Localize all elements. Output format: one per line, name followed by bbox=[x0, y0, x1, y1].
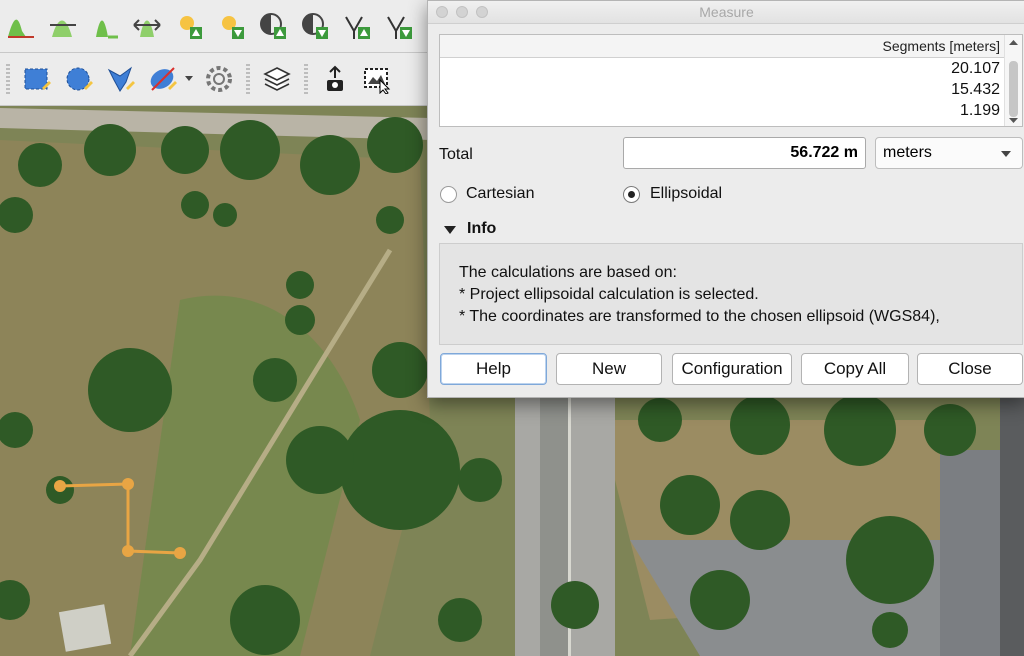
toolbar-separator bbox=[246, 64, 250, 94]
cumulative-cut-icon[interactable] bbox=[88, 9, 122, 43]
settings-icon[interactable] bbox=[202, 62, 236, 96]
info-line: * Project ellipsoidal calculation is sel… bbox=[459, 286, 759, 303]
segments-header[interactable]: Segments [meters] bbox=[440, 35, 1022, 58]
scroll-up-icon bbox=[1009, 40, 1018, 45]
close-button[interactable]: Close bbox=[917, 353, 1023, 385]
measure-dialog: Measure Segments [meters] 20.107 15.432 … bbox=[427, 0, 1024, 398]
help-button[interactable]: Help bbox=[440, 353, 547, 385]
segment-row[interactable]: 20.107 bbox=[440, 58, 1022, 79]
select-circle-icon[interactable] bbox=[62, 62, 96, 96]
disclosure-triangle-icon[interactable] bbox=[443, 224, 457, 236]
info-line: * The coordinates are transformed to the… bbox=[459, 308, 940, 325]
raster-toolbar bbox=[0, 0, 430, 53]
info-line: The calculations are based on: bbox=[459, 264, 677, 281]
selection-toolbar bbox=[0, 53, 430, 106]
save-image-icon[interactable] bbox=[360, 62, 394, 96]
chevron-down-icon bbox=[1001, 151, 1011, 157]
units-selected-value: meters bbox=[883, 144, 932, 161]
scroll-thumb bbox=[1009, 61, 1018, 117]
stretch-icon[interactable] bbox=[130, 9, 164, 43]
window-title: Measure bbox=[699, 4, 754, 20]
ellipsoidal-radio[interactable] bbox=[623, 186, 640, 203]
scroll-down-icon bbox=[1009, 118, 1018, 123]
histogram-icon[interactable] bbox=[4, 9, 38, 43]
gamma-decrease-icon[interactable] bbox=[382, 9, 416, 43]
brightness-decrease-icon[interactable] bbox=[214, 9, 248, 43]
segments-table[interactable]: Segments [meters] 20.107 15.432 1.199 bbox=[439, 34, 1023, 127]
select-freehand-icon[interactable] bbox=[104, 62, 138, 96]
new-button[interactable]: New bbox=[556, 353, 662, 385]
table-scrollbar[interactable] bbox=[1004, 35, 1022, 126]
total-label: Total bbox=[439, 146, 473, 163]
toolbar-separator bbox=[304, 64, 308, 94]
copy-all-button[interactable]: Copy All bbox=[801, 353, 909, 385]
contrast-increase-icon[interactable] bbox=[256, 9, 290, 43]
cartesian-radio[interactable] bbox=[440, 186, 457, 203]
segment-row[interactable]: 1.199 bbox=[440, 100, 1022, 121]
info-header[interactable]: Info bbox=[467, 220, 496, 238]
segment-row[interactable]: 15.432 bbox=[440, 79, 1022, 100]
radio-selected-dot bbox=[628, 191, 635, 198]
stretch-histogram-icon[interactable] bbox=[46, 9, 80, 43]
contrast-decrease-icon[interactable] bbox=[298, 9, 332, 43]
toolbar-separator bbox=[6, 64, 10, 94]
info-text-box: The calculations are based on: * Project… bbox=[439, 243, 1023, 345]
title-bar[interactable]: Measure bbox=[428, 1, 1024, 24]
ellipsoidal-label[interactable]: Ellipsoidal bbox=[650, 185, 722, 203]
layers-icon[interactable] bbox=[260, 62, 294, 96]
select-rectangle-icon[interactable] bbox=[20, 62, 54, 96]
gamma-increase-icon[interactable] bbox=[340, 9, 374, 43]
units-select[interactable]: meters bbox=[875, 137, 1023, 169]
configuration-button[interactable]: Configuration bbox=[672, 353, 792, 385]
cartesian-label[interactable]: Cartesian bbox=[466, 185, 534, 203]
deselect-icon[interactable] bbox=[146, 62, 180, 96]
dropdown-arrow-icon[interactable] bbox=[184, 70, 194, 88]
export-map-icon[interactable] bbox=[318, 62, 352, 96]
brightness-increase-icon[interactable] bbox=[172, 9, 206, 43]
total-value-field[interactable]: 56.722 m bbox=[623, 137, 866, 169]
